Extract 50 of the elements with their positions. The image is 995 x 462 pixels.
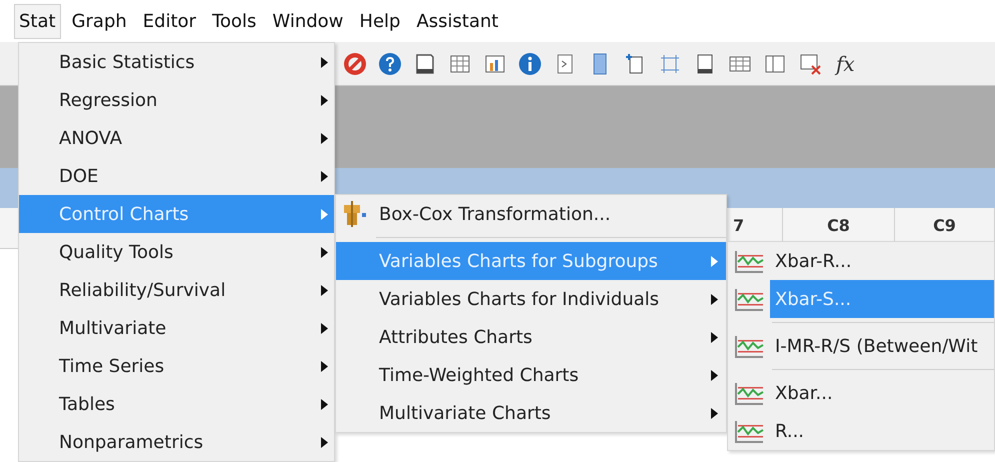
menu-item[interactable]: Attributes Charts [336, 318, 726, 356]
menu-item[interactable]: Multivariate Charts [336, 394, 726, 432]
function-button[interactable]: fx [832, 52, 859, 76]
submenu-arrow-icon [321, 57, 328, 68]
menu-item[interactable]: I-MR-R/S (Between/Wit [770, 327, 994, 365]
submenu-arrow-icon [321, 133, 328, 144]
submenu-arrow-icon [321, 247, 328, 258]
menu-item[interactable]: Time Series [19, 347, 334, 385]
menu-bar-item[interactable]: Tools [207, 4, 262, 38]
info-icon[interactable] [517, 50, 543, 76]
submenu-arrow-icon [711, 370, 718, 381]
submenu-arrow-icon [711, 408, 718, 419]
submenu-arrow-icon [321, 209, 328, 220]
submenu-arrow-icon [321, 285, 328, 296]
menu-bar-item[interactable]: Editor [138, 4, 202, 38]
menu-bar-item[interactable]: Window [267, 4, 348, 38]
submenu-arrow-icon [321, 95, 328, 106]
menu-bar-item[interactable]: Stat [14, 4, 61, 38]
menu-item[interactable]: DOE [19, 157, 334, 195]
menu-bar-item[interactable]: Assistant [411, 4, 504, 38]
help-icon[interactable] [377, 50, 403, 76]
control-chart-icon [734, 288, 764, 312]
control-chart-icon [734, 250, 764, 274]
menu-item[interactable]: Time-Weighted Charts [336, 356, 726, 394]
submenu-arrow-icon [321, 361, 328, 372]
menu-item[interactable]: Basic Statistics [19, 43, 334, 81]
submenu-arrow-icon [711, 332, 718, 343]
menu-item[interactable]: Xbar... [770, 374, 994, 412]
control-chart-icon [734, 382, 764, 406]
control-chart-icon [734, 420, 764, 444]
menu-item[interactable]: R... [770, 412, 994, 450]
menu-item[interactable]: Box-Cox Transformation... [336, 195, 726, 233]
menu-item[interactable]: ANOVA [19, 119, 334, 157]
menu-bar-item[interactable]: Help [354, 4, 406, 38]
submenu-arrow-icon [321, 437, 328, 448]
menu-item[interactable]: Quality Tools [19, 233, 334, 271]
cancel-icon[interactable] [342, 50, 368, 76]
menu-item[interactable]: Regression [19, 81, 334, 119]
menu-bar-item[interactable]: Graph [66, 4, 132, 38]
menu-item[interactable]: Reliability/Survival [19, 271, 334, 309]
control-chart-icon [734, 335, 764, 359]
submenu-arrow-icon [321, 323, 328, 334]
submenu-arrow-icon [711, 294, 718, 305]
submenu-arrow-icon [711, 256, 718, 267]
menu-item[interactable]: Multivariate [19, 309, 334, 347]
menu-item[interactable]: Tables [19, 385, 334, 423]
submenu-arrow-icon [321, 399, 328, 410]
menu-item[interactable]: Variables Charts for Individuals [336, 280, 726, 318]
menu-item[interactable]: Nonparametrics [19, 423, 334, 461]
submenu-arrow-icon [321, 171, 328, 182]
